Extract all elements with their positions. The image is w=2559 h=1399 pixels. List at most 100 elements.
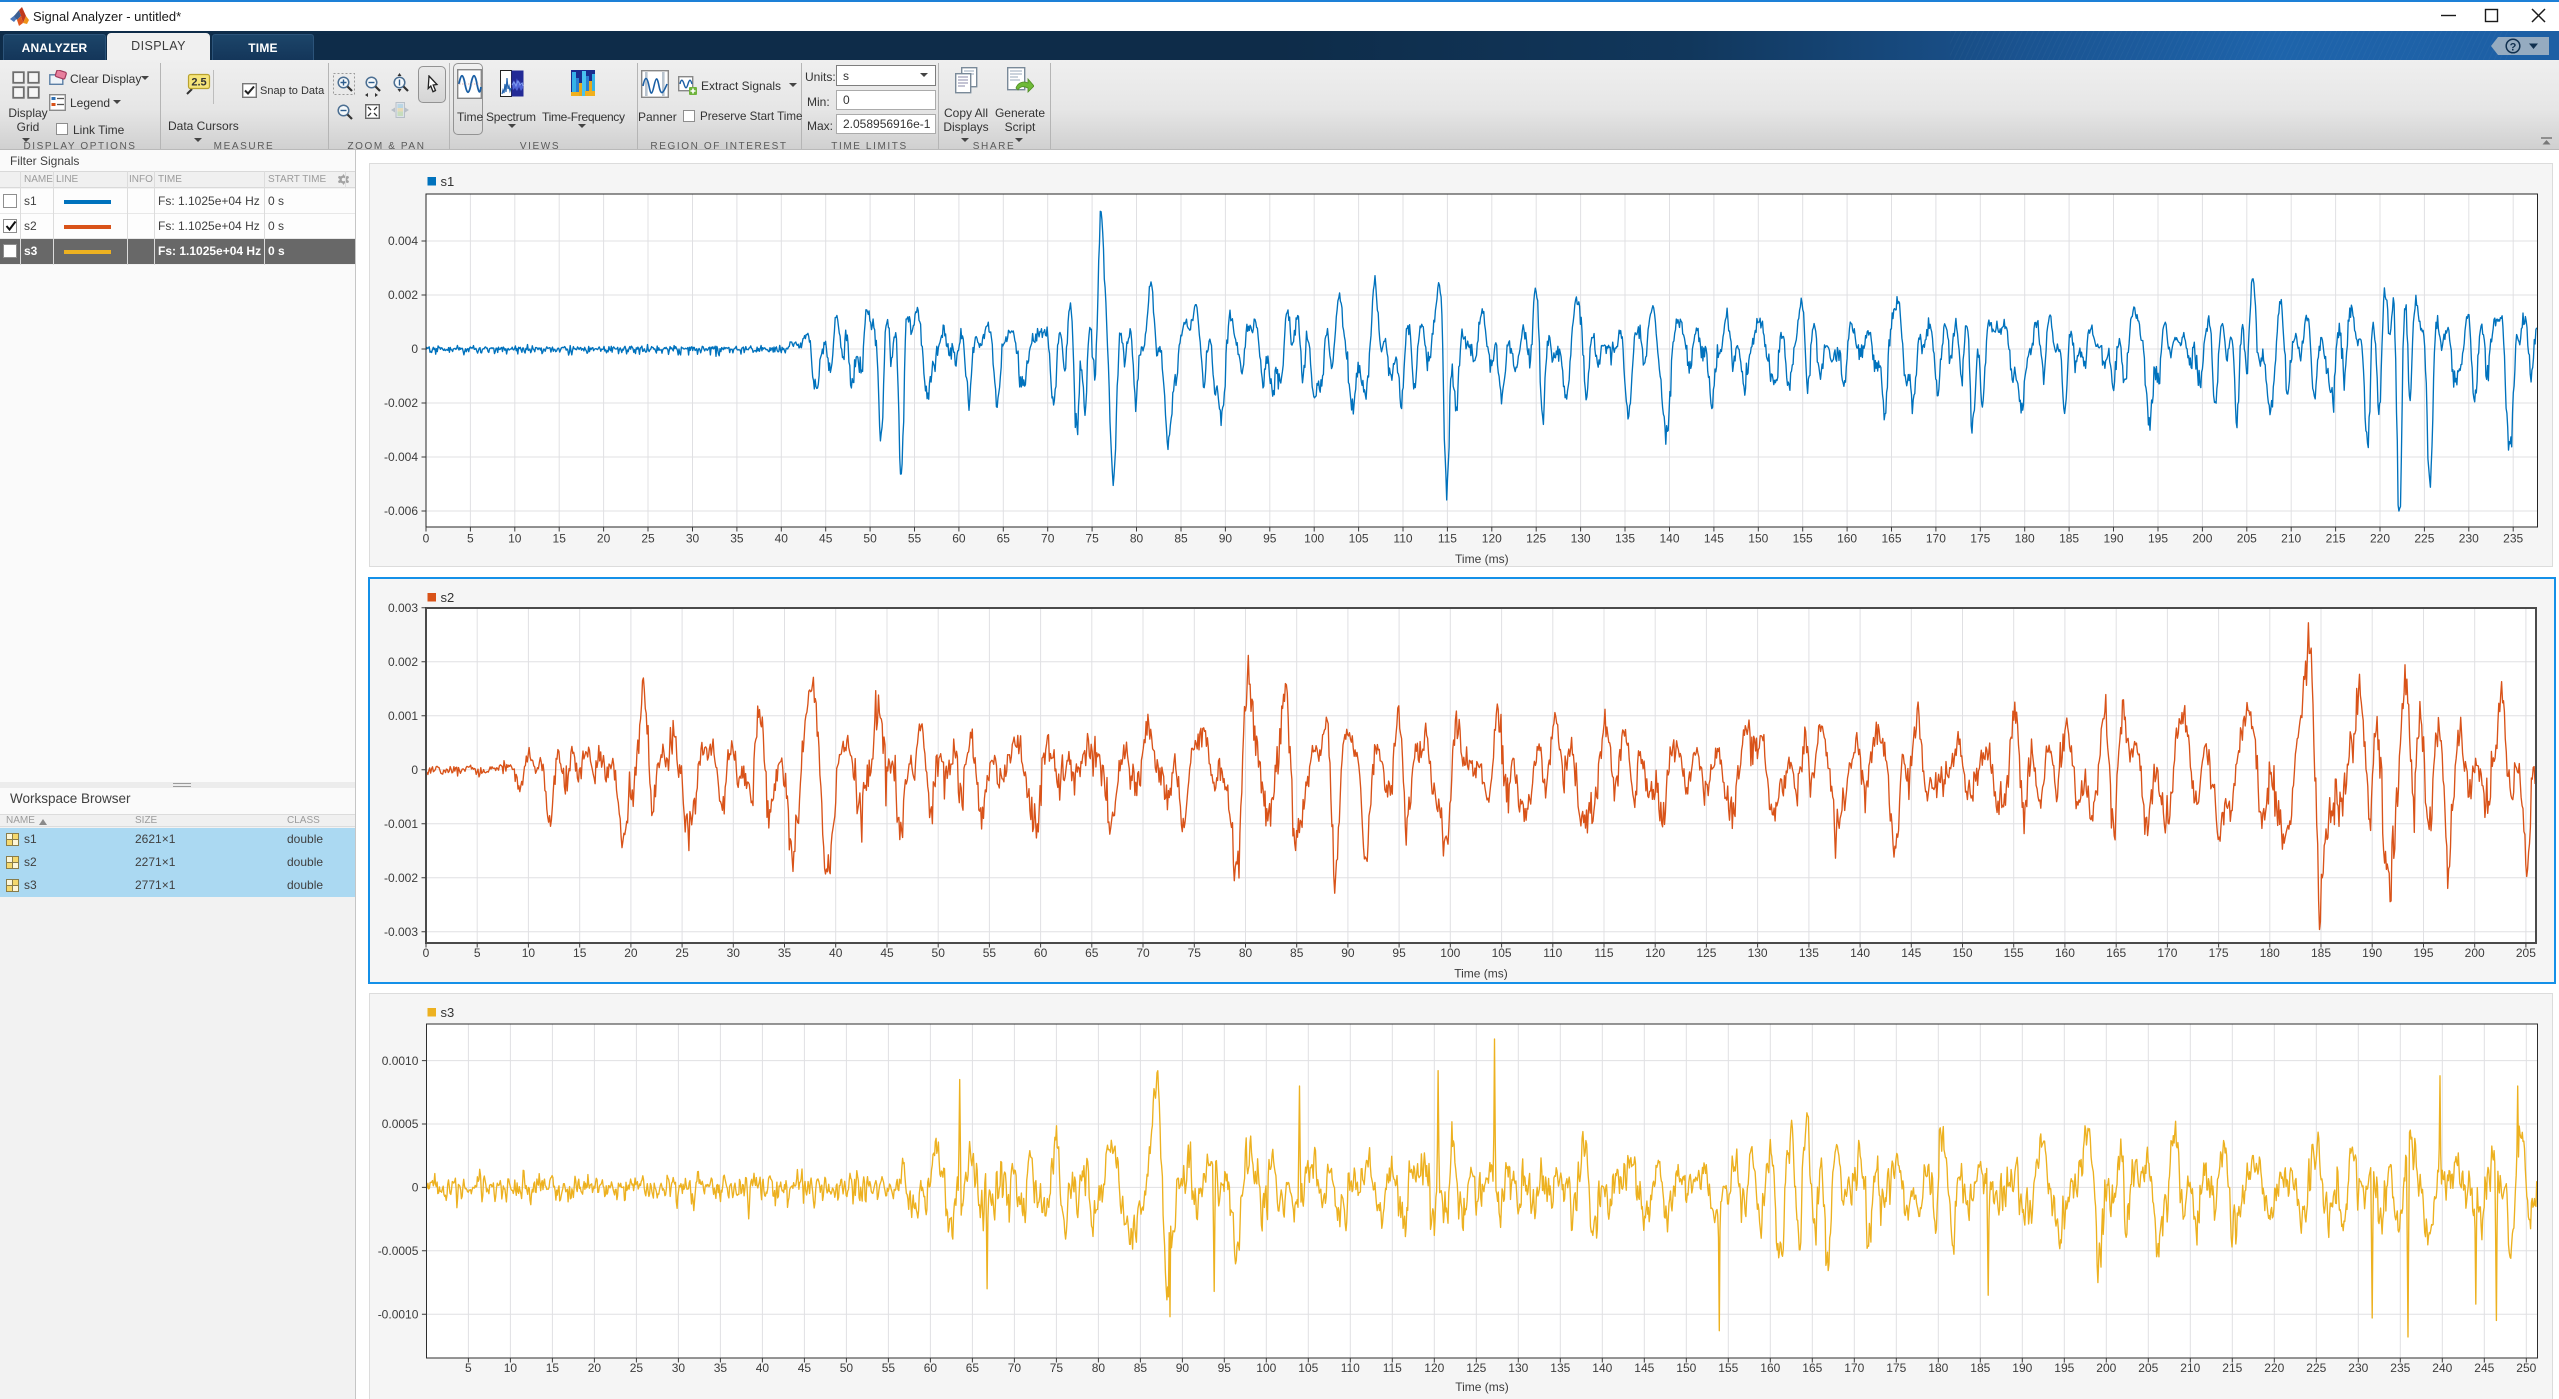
svg-text:185: 185: [2311, 946, 2331, 960]
svg-text:130: 130: [1748, 946, 1768, 960]
svg-text:150: 150: [1676, 1361, 1696, 1375]
svg-text:210: 210: [2180, 1361, 2200, 1375]
svg-text:45: 45: [819, 532, 833, 546]
svg-text:170: 170: [1926, 532, 1946, 546]
svg-text:-0.002: -0.002: [384, 396, 418, 410]
svg-text:225: 225: [2306, 1361, 2326, 1375]
svg-text:185: 185: [1970, 1361, 1990, 1375]
svg-text:125: 125: [1696, 946, 1716, 960]
svg-text:60: 60: [1034, 946, 1048, 960]
svg-text:50: 50: [932, 946, 946, 960]
svg-text:160: 160: [1837, 532, 1857, 546]
svg-text:165: 165: [1802, 1361, 1822, 1375]
svg-text:-0.001: -0.001: [384, 817, 418, 831]
svg-text:-0.006: -0.006: [384, 504, 418, 518]
svg-text:70: 70: [1008, 1361, 1022, 1375]
svg-text:0.002: 0.002: [388, 288, 418, 302]
svg-text:135: 135: [1799, 946, 1819, 960]
svg-text:140: 140: [1592, 1361, 1612, 1375]
svg-text:170: 170: [1844, 1361, 1864, 1375]
svg-text:215: 215: [2326, 532, 2346, 546]
svg-text:120: 120: [1424, 1361, 1444, 1375]
svg-text:235: 235: [2390, 1361, 2410, 1375]
svg-text:145: 145: [1704, 532, 1724, 546]
svg-text:65: 65: [1085, 946, 1099, 960]
svg-text:120: 120: [1645, 946, 1665, 960]
svg-text:135: 135: [1615, 532, 1635, 546]
svg-text:0.004: 0.004: [388, 234, 418, 248]
svg-text:110: 110: [1341, 1361, 1360, 1375]
svg-text:85: 85: [1134, 1361, 1148, 1375]
svg-text:0: 0: [423, 946, 430, 960]
svg-text:75: 75: [1085, 532, 1099, 546]
svg-text:30: 30: [727, 946, 741, 960]
svg-text:100: 100: [1440, 946, 1460, 960]
svg-text:20: 20: [588, 1361, 602, 1375]
svg-text:5: 5: [467, 532, 474, 546]
svg-text:145: 145: [1901, 946, 1921, 960]
svg-text:230: 230: [2459, 532, 2479, 546]
svg-text:0.0010: 0.0010: [382, 1054, 419, 1068]
svg-text:50: 50: [840, 1361, 854, 1375]
svg-text:160: 160: [1760, 1361, 1780, 1375]
svg-text:115: 115: [1383, 1361, 1402, 1375]
svg-text:120: 120: [1482, 532, 1502, 546]
svg-text:220: 220: [2370, 532, 2390, 546]
svg-text:200: 200: [2192, 532, 2212, 546]
svg-text:80: 80: [1130, 532, 1144, 546]
svg-text:155: 155: [2004, 946, 2024, 960]
svg-text:150: 150: [1952, 946, 1972, 960]
svg-text:150: 150: [1748, 532, 1768, 546]
svg-text:s3: s3: [441, 1005, 455, 1020]
svg-text:140: 140: [1850, 946, 1870, 960]
svg-text:195: 195: [2054, 1361, 2074, 1375]
svg-text:25: 25: [675, 946, 689, 960]
svg-text:180: 180: [2260, 946, 2280, 960]
svg-text:220: 220: [2264, 1361, 2284, 1375]
svg-text:180: 180: [1928, 1361, 1948, 1375]
svg-text:210: 210: [2281, 532, 2301, 546]
svg-text:185: 185: [2059, 532, 2079, 546]
svg-text:0: 0: [412, 1181, 419, 1195]
svg-text:155: 155: [1718, 1361, 1738, 1375]
svg-text:105: 105: [1349, 532, 1369, 546]
svg-text:90: 90: [1341, 946, 1355, 960]
svg-text:110: 110: [1543, 946, 1562, 960]
svg-text:205: 205: [2237, 532, 2257, 546]
svg-text:245: 245: [2474, 1361, 2494, 1375]
svg-text:20: 20: [597, 532, 611, 546]
svg-text:95: 95: [1392, 946, 1406, 960]
svg-text:45: 45: [880, 946, 894, 960]
svg-text:35: 35: [714, 1361, 728, 1375]
svg-text:75: 75: [1188, 946, 1202, 960]
svg-text:0.003: 0.003: [388, 601, 418, 615]
svg-text:100: 100: [1256, 1361, 1276, 1375]
svg-text:125: 125: [1526, 532, 1546, 546]
svg-text:0.002: 0.002: [388, 655, 418, 669]
svg-text:70: 70: [1136, 946, 1150, 960]
svg-text:180: 180: [2015, 532, 2035, 546]
svg-text:80: 80: [1239, 946, 1253, 960]
svg-text:225: 225: [2414, 532, 2434, 546]
svg-text:40: 40: [775, 532, 789, 546]
svg-text:190: 190: [2103, 532, 2123, 546]
svg-text:100: 100: [1304, 532, 1324, 546]
svg-text:110: 110: [1393, 532, 1412, 546]
svg-text:250: 250: [2516, 1361, 2536, 1375]
svg-text:s1: s1: [441, 174, 455, 189]
svg-text:30: 30: [686, 532, 700, 546]
svg-text:55: 55: [983, 946, 997, 960]
svg-text:0: 0: [411, 342, 418, 356]
svg-text:165: 165: [1881, 532, 1901, 546]
svg-text:195: 195: [2148, 532, 2168, 546]
svg-text:130: 130: [1571, 532, 1591, 546]
svg-text:145: 145: [1634, 1361, 1654, 1375]
svg-text:0.001: 0.001: [388, 709, 418, 723]
svg-text:0: 0: [411, 763, 418, 777]
svg-text:25: 25: [641, 532, 655, 546]
svg-text:190: 190: [2012, 1361, 2032, 1375]
svg-text:40: 40: [756, 1361, 770, 1375]
svg-text:40: 40: [829, 946, 843, 960]
svg-text:-0.002: -0.002: [384, 871, 418, 885]
svg-text:215: 215: [2222, 1361, 2242, 1375]
